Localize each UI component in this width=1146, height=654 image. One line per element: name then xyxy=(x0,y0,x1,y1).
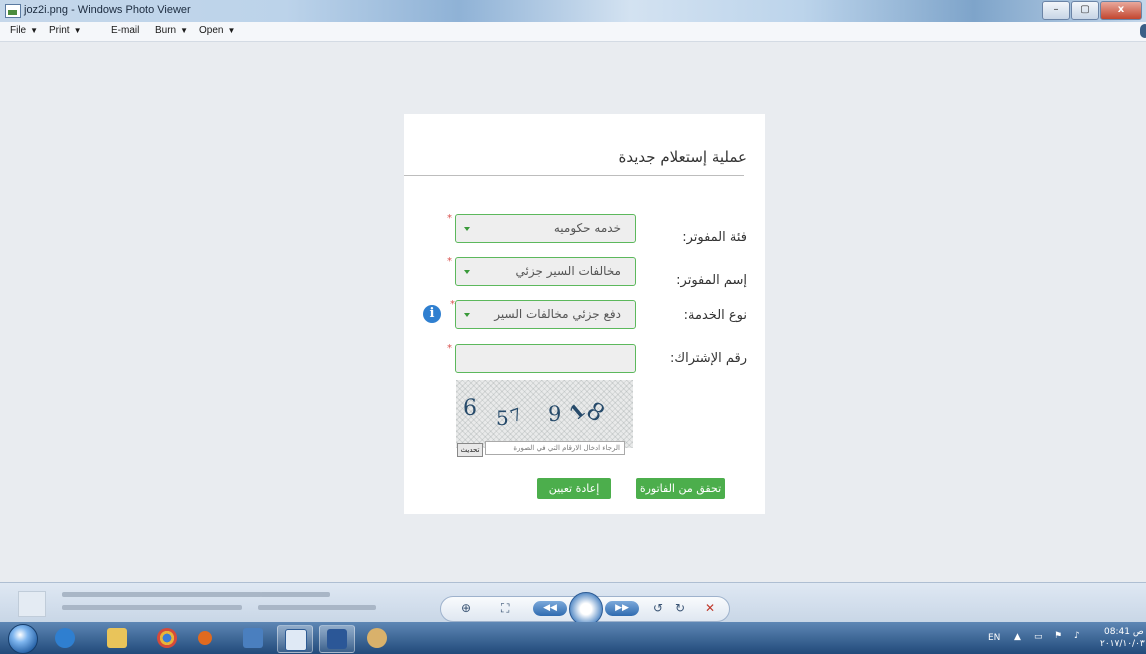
volume-icon[interactable]: ♪ xyxy=(1074,631,1080,641)
subscription-number-label: رقم الإشتراك: xyxy=(670,351,747,366)
rotate-counterclockwise-icon[interactable]: ↺ xyxy=(653,601,663,615)
menu-bar: File ▼ Print ▼ E-mail Burn ▼ Open ▼ xyxy=(0,22,1146,42)
maximize-button[interactable]: ▢ xyxy=(1071,1,1099,20)
captcha-refresh-button[interactable]: تحديث xyxy=(457,443,483,457)
show-hidden-icons[interactable]: ▲ xyxy=(1014,632,1021,642)
taskbar-paint[interactable] xyxy=(360,625,394,651)
captcha-digit: 8 xyxy=(581,396,610,428)
network-tray-icon[interactable]: ▭ xyxy=(1034,632,1043,642)
window-controls: – ▢ x xyxy=(1041,1,1142,20)
dropdown-arrow-icon xyxy=(464,313,470,317)
menu-file[interactable]: File ▼ xyxy=(10,25,38,36)
info-icon[interactable]: i xyxy=(423,305,441,323)
chevron-down-icon: ▼ xyxy=(30,26,39,35)
taskbar-photo-viewer[interactable] xyxy=(277,625,313,653)
taskbar-explorer[interactable] xyxy=(100,625,134,651)
captcha-input[interactable]: الرجاء ادخال الارقام التي في الصورة xyxy=(485,441,625,455)
clock-time[interactable]: 08:41 ص xyxy=(1104,627,1144,637)
chevron-down-icon: ▼ xyxy=(227,26,236,35)
menu-print[interactable]: Print ▼ xyxy=(49,25,81,36)
next-button[interactable]: ▶▶ xyxy=(605,601,639,616)
captcha-digit: 9 xyxy=(548,402,562,426)
required-mark: * xyxy=(447,213,452,224)
file-info-line xyxy=(258,605,376,610)
language-indicator[interactable]: EN xyxy=(988,633,1000,643)
windows-taskbar: EN ▲ ▭ ⚑ ♪ 08:41 ص ٢٠١٧/١٠/٠٣ xyxy=(0,622,1146,654)
biller-name-select[interactable]: مخالفات السير جزئي xyxy=(455,257,636,286)
required-mark: * xyxy=(447,343,452,354)
rotate-clockwise-icon[interactable]: ↻ xyxy=(675,601,685,615)
dropdown-arrow-icon xyxy=(464,227,470,231)
viewer-controls-bar: ⊕ ⛶ ◀◀ ▶▶ ↺ ↻ ✕ xyxy=(0,582,1146,626)
window-title: joz2i.png - Windows Photo Viewer xyxy=(24,4,191,16)
taskbar-word[interactable] xyxy=(319,625,355,653)
delete-icon[interactable]: ✕ xyxy=(705,601,715,615)
inquiry-form-card: عملية إستعلام جديدة فئة المفوتر: * خدمه … xyxy=(404,114,765,514)
help-icon[interactable] xyxy=(1140,24,1146,38)
reset-button[interactable]: إعادة تعيين xyxy=(537,478,611,499)
clock-date[interactable]: ٢٠١٧/١٠/٠٣ xyxy=(1100,639,1145,649)
service-type-select[interactable]: دفع جزئي مخالفات السير xyxy=(455,300,636,329)
photo-viewer-app-icon xyxy=(5,4,21,18)
taskbar-media-player[interactable] xyxy=(188,625,222,651)
service-type-label: نوع الخدمة: xyxy=(683,308,747,323)
close-button[interactable]: x xyxy=(1100,1,1142,20)
subscription-number-input[interactable] xyxy=(455,344,636,373)
previous-button[interactable]: ◀◀ xyxy=(533,601,567,616)
captcha-image: 6 5 7 9 1 8 xyxy=(456,380,633,448)
taskbar-network[interactable] xyxy=(236,625,270,651)
captcha-digit: 6 xyxy=(463,396,477,421)
word-icon xyxy=(327,629,347,649)
chrome-icon xyxy=(157,628,177,648)
media-player-icon xyxy=(198,631,212,645)
chevron-down-icon: ▼ xyxy=(180,26,189,35)
captcha-digit: 5 xyxy=(496,406,509,430)
biller-category-label: فئة المفوتر: xyxy=(682,230,747,245)
playback-controls: ⊕ ⛶ ◀◀ ▶▶ ↺ ↻ ✕ xyxy=(440,592,730,626)
form-title: عملية إستعلام جديدة xyxy=(618,148,747,166)
menu-burn[interactable]: Burn ▼ xyxy=(155,25,188,36)
photo-viewer-icon xyxy=(285,629,307,651)
minimize-button[interactable]: – xyxy=(1042,1,1070,20)
file-info-line xyxy=(62,592,262,597)
internet-explorer-icon xyxy=(55,628,75,648)
menu-open[interactable]: Open ▼ xyxy=(199,25,235,36)
biller-category-value: خدمه حكوميه xyxy=(553,221,621,235)
folder-icon xyxy=(107,628,127,648)
taskbar-chrome[interactable] xyxy=(150,625,184,651)
system-tray: EN ▲ ▭ ⚑ ♪ 08:41 ص ٢٠١٧/١٠/٠٣ xyxy=(976,622,1146,654)
actual-size-icon[interactable]: ⛶ xyxy=(501,601,509,616)
network-icon xyxy=(243,628,263,648)
biller-name-label: إسم المفوتر: xyxy=(676,273,747,288)
slideshow-button[interactable] xyxy=(569,592,603,626)
image-thumbnail xyxy=(18,591,46,617)
start-button[interactable] xyxy=(8,624,38,654)
biller-category-select[interactable]: خدمه حكوميه xyxy=(455,214,636,243)
taskbar-ie[interactable] xyxy=(48,625,82,651)
window-title-bar: joz2i.png - Windows Photo Viewer – ▢ x xyxy=(0,0,1146,23)
action-center-icon[interactable]: ⚑ xyxy=(1054,631,1062,641)
required-mark: * xyxy=(447,256,452,267)
biller-name-value: مخالفات السير جزئي xyxy=(515,264,621,278)
menu-email[interactable]: E-mail xyxy=(111,25,139,36)
paint-icon xyxy=(367,628,387,648)
zoom-icon[interactable]: ⊕ xyxy=(461,601,471,615)
file-info-line xyxy=(260,592,330,597)
service-type-value: دفع جزئي مخالفات السير xyxy=(494,307,621,321)
title-divider xyxy=(404,175,744,176)
chevron-down-icon: ▼ xyxy=(73,26,82,35)
verify-bill-button[interactable]: تحقق من الفاتورة xyxy=(636,478,725,499)
captcha-digit: 7 xyxy=(507,404,525,428)
file-info-line xyxy=(62,605,242,610)
dropdown-arrow-icon xyxy=(464,270,470,274)
